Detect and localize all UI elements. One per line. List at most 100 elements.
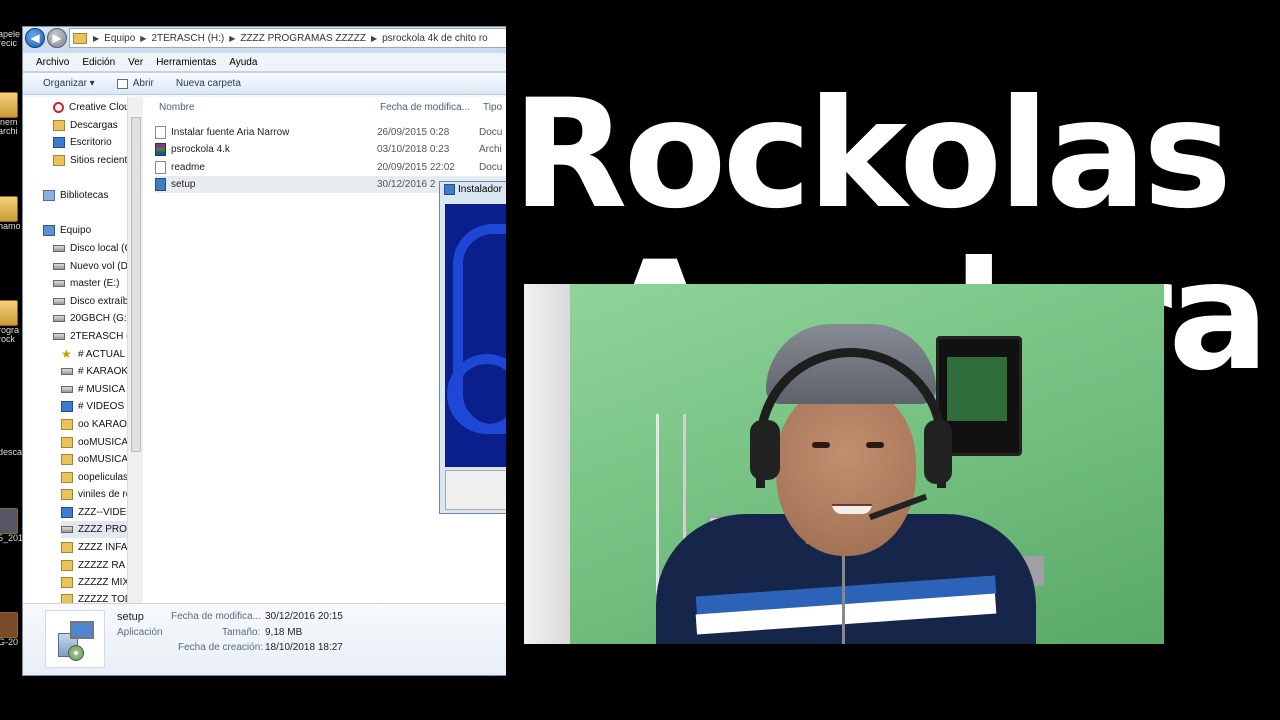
nav-scrollbar[interactable] [127, 97, 143, 603]
column-date[interactable]: Fecha de modifica... [380, 102, 470, 113]
folder-icon [0, 196, 18, 222]
breadcrumb-item[interactable]: ZZZZ PROGRAMAS ZZZZZ [240, 33, 366, 44]
folder-icon [61, 560, 73, 571]
file-row[interactable]: Instalar fuente Aria Narrow 26/09/2015 0… [155, 124, 509, 141]
file-row[interactable]: readme 20/09/2015 22:02 Docu [155, 159, 509, 176]
nav-item[interactable]: ZZZZZ MIX [61, 574, 129, 591]
nav-item[interactable]: Equipo [43, 222, 91, 239]
nav-item[interactable]: Bibliotecas [43, 187, 108, 204]
drive-icon [53, 263, 65, 270]
menu-ayuda[interactable]: Ayuda [229, 57, 257, 68]
nav-item[interactable]: # MUSICA [61, 381, 125, 398]
star-icon: ★ [61, 347, 72, 361]
nav-item[interactable]: Escritorio [53, 134, 112, 151]
nav-item[interactable]: # KARAOK [61, 363, 128, 380]
nav-item[interactable]: ZZZ--VIDEO [61, 504, 134, 521]
downloads-icon [53, 120, 65, 131]
chevron-right-icon: ▶ [370, 33, 378, 43]
folder-icon [61, 577, 73, 588]
libraries-icon [43, 190, 55, 201]
nav-item[interactable]: viniles de ro [61, 486, 131, 503]
column-type[interactable]: Tipo [483, 102, 502, 113]
video-icon [61, 401, 73, 412]
nav-item[interactable]: Sitios recient [53, 152, 127, 169]
folder-icon [61, 437, 73, 448]
command-bar: Organizar ▾ Abrir Nueva carpeta [23, 73, 507, 95]
nav-item[interactable]: oopeliculas [61, 469, 128, 486]
creative-cloud-icon [53, 102, 64, 113]
new-folder-button[interactable]: Nueva carpeta [176, 78, 241, 89]
details-modified-label: Fecha de modifica... [171, 611, 262, 622]
speaker-icon [61, 368, 73, 375]
details-modified-value: 30/12/2016 20:15 [265, 611, 343, 622]
nav-item[interactable]: ZZZZ INFA [61, 539, 127, 556]
document-icon [155, 161, 166, 174]
breadcrumb-item[interactable]: psrockola 4k de chito ro [382, 33, 488, 44]
menu-herramientas[interactable]: Herramientas [156, 57, 216, 68]
back-button[interactable]: ◀ [25, 28, 45, 48]
details-size-value: 9,18 MB [265, 627, 303, 638]
nav-item[interactable]: master (E:) [53, 275, 119, 292]
file-row[interactable]: psrockola 4.k 03/10/2018 0:23 Archi [155, 141, 509, 158]
address-row: ◀ ▶ ▶ Equipo ▶ 2TERASCH (H:) ▶ ZZZZ PROG… [25, 27, 507, 49]
folder-icon [0, 92, 18, 118]
nav-item[interactable]: ZZZZZ TOD [61, 591, 132, 603]
breadcrumb-item[interactable]: 2TERASCH (H:) [151, 33, 224, 44]
drive-icon [53, 333, 65, 340]
column-name[interactable]: Nombre [159, 102, 195, 113]
folder-icon [61, 454, 73, 465]
organize-button[interactable]: Organizar ▾ [43, 78, 95, 89]
folder-icon [61, 489, 73, 500]
drive-icon [53, 245, 65, 252]
nav-item[interactable]: oo KARAOI [61, 416, 130, 433]
details-name: setup [117, 611, 144, 623]
nav-item[interactable]: Descargas [53, 117, 118, 134]
nav-item[interactable]: ★ # ACTUAL [61, 346, 125, 363]
installer-title-bar[interactable]: Instalador [444, 184, 502, 195]
nav-item[interactable]: ooMUSICA [61, 451, 128, 468]
nav-item[interactable]: ZZZZZ RA [61, 557, 125, 574]
nav-item[interactable]: Creative Clou [53, 99, 130, 116]
app-icon [116, 78, 128, 89]
menu-ver[interactable]: Ver [128, 57, 143, 68]
menu-archivo[interactable]: Archivo [36, 57, 69, 68]
overlay-title-line1: Rockolas [512, 68, 1232, 242]
breadcrumb-item[interactable]: Equipo [104, 33, 135, 44]
clock-icon [61, 526, 73, 533]
computer-icon [43, 225, 55, 236]
image-icon [0, 508, 18, 534]
nav-item[interactable]: Disco local (C [53, 240, 132, 257]
installer-icon [444, 184, 455, 195]
scrollbar-thumb[interactable] [131, 117, 141, 452]
arrow-right-icon: ▶ [52, 31, 62, 45]
folder-icon [61, 594, 73, 603]
folder-icon [61, 419, 73, 430]
column-headers: Nombre Fecha de modifica... Tipo [143, 97, 509, 119]
folder-icon [73, 32, 87, 44]
nav-item[interactable]: ooMUSICA [61, 434, 128, 451]
presenter [636, 324, 1056, 644]
details-size-label: Tamaño: [222, 627, 261, 638]
open-button[interactable]: Abrir [116, 78, 154, 89]
details-kind: Aplicación [117, 627, 163, 638]
webcam-overlay [524, 284, 1164, 644]
menu-edicion[interactable]: Edición [82, 57, 115, 68]
nav-item[interactable]: # VIDEOS - [61, 398, 130, 415]
address-bar[interactable]: ▶ Equipo ▶ 2TERASCH (H:) ▶ ZZZZ PROGRAMA… [69, 28, 507, 48]
nav-item[interactable]: Disco extraíb [53, 293, 128, 310]
nav-item[interactable]: 2TERASCH (H [53, 328, 137, 345]
desktop-icon [53, 137, 65, 148]
document-icon [155, 126, 166, 139]
drive-icon [53, 280, 65, 287]
nav-item[interactable]: Nuevo vol (D [53, 258, 128, 275]
menu-bar: Archivo Edición Ver Herramientas Ayuda [23, 53, 507, 71]
folder-icon [61, 542, 73, 553]
nav-item[interactable]: 20GBCH (G:) [53, 310, 130, 327]
details-created-label: Fecha de creación: [178, 642, 264, 653]
image-icon [0, 612, 18, 638]
chevron-right-icon: ▶ [93, 33, 100, 43]
installer-large-icon [45, 610, 105, 668]
forward-button[interactable]: ▶ [47, 28, 67, 48]
removable-drive-icon [53, 298, 65, 305]
disc-icon [61, 386, 73, 393]
